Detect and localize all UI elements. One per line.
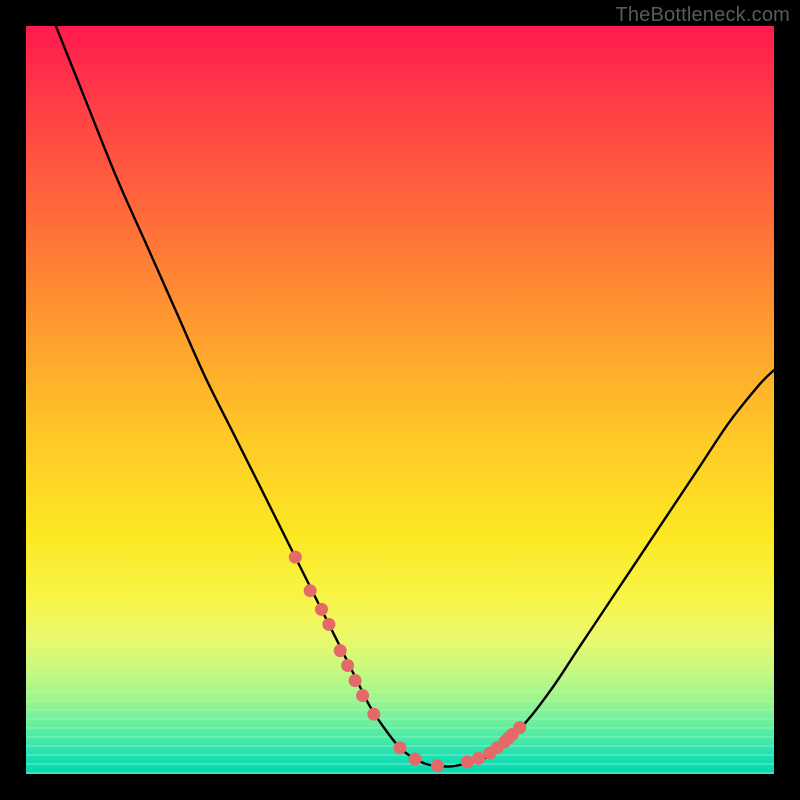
plot-area bbox=[26, 26, 774, 774]
curve-svg bbox=[26, 26, 774, 774]
marker-point bbox=[349, 674, 362, 687]
marker-point bbox=[322, 618, 335, 631]
marker-point bbox=[334, 644, 347, 657]
marker-point bbox=[461, 756, 474, 769]
marker-point bbox=[409, 753, 422, 766]
bottleneck-curve bbox=[56, 26, 774, 767]
watermark-label: TheBottleneck.com bbox=[615, 4, 790, 27]
marker-point bbox=[367, 708, 380, 721]
marker-point bbox=[472, 752, 485, 765]
marker-point bbox=[341, 659, 354, 672]
marker-point bbox=[289, 551, 302, 564]
marker-point bbox=[315, 603, 328, 616]
marker-point bbox=[513, 721, 526, 734]
chart-frame: TheBottleneck.com bbox=[0, 0, 800, 800]
marker-point bbox=[394, 741, 407, 754]
marker-point bbox=[304, 584, 317, 597]
highlight-markers bbox=[289, 551, 526, 773]
marker-point bbox=[356, 689, 369, 702]
marker-point bbox=[431, 759, 444, 772]
